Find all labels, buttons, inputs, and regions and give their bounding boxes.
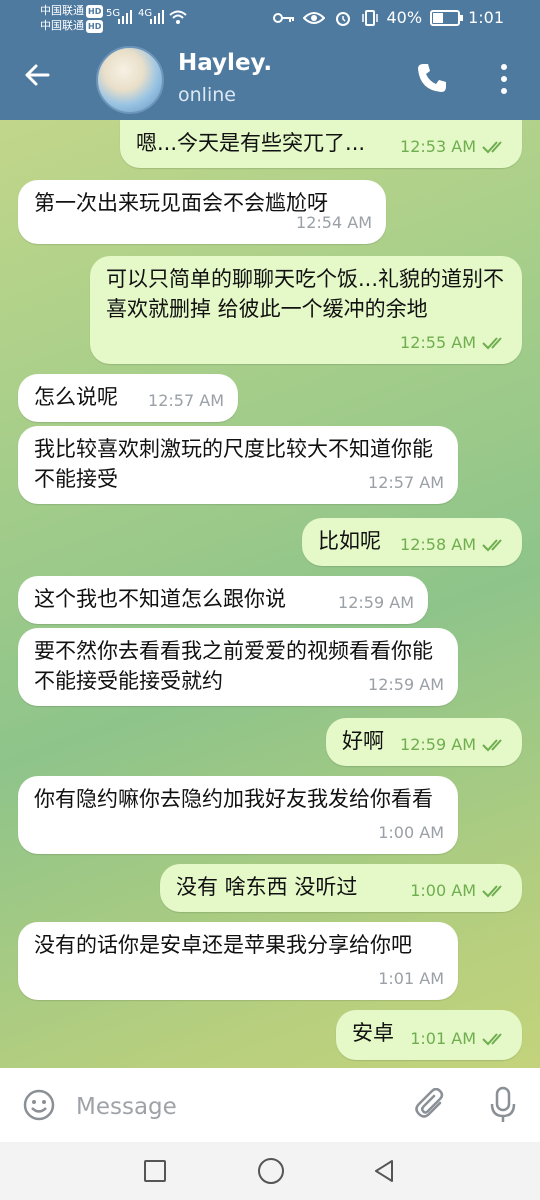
message-meta: 12:59 AM — [400, 730, 508, 760]
signal-bars-icon — [118, 10, 132, 24]
eye-icon — [302, 11, 325, 24]
message-time: 12:54 AM — [296, 213, 372, 232]
message-time: 12:53 AM — [400, 137, 476, 156]
message-time: 1:01 AM — [410, 1029, 476, 1048]
message-meta: 12:57 AM — [148, 386, 224, 416]
back-icon[interactable] — [372, 1158, 396, 1184]
message-out[interactable]: 好啊 12:59 AM — [326, 718, 522, 766]
message-time: 12:59 AM — [400, 735, 476, 754]
message-out[interactable]: 嗯...今天是有些突兀了... 12:53 AM — [120, 120, 522, 168]
message-text: 你有隐约嘛你去隐约加我好友我发给你看看 — [34, 787, 433, 811]
message-in[interactable]: 你有隐约嘛你去隐约加我好友我发给你看看 1:00 AM — [18, 776, 458, 854]
message-meta: 12:54 AM — [296, 208, 372, 238]
message-time: 12:57 AM — [148, 391, 224, 410]
message-time: 12:59 AM — [338, 593, 414, 612]
double-check-icon — [482, 141, 502, 154]
chat-header: Hayley. online — [0, 38, 540, 120]
alarm-icon — [335, 11, 350, 26]
carrier-2-label: 中国联通 — [40, 19, 84, 32]
message-out[interactable]: 没有 啥东西 没听过 1:00 AM — [160, 864, 522, 912]
message-out[interactable]: 安卓 1:01 AM — [336, 1010, 522, 1060]
clock: 1:01 — [468, 8, 504, 27]
key-icon — [272, 12, 294, 23]
hd-badge-1: HD — [86, 5, 104, 18]
message-time: 12:58 AM — [400, 535, 476, 554]
message-time: 1:00 AM — [378, 823, 444, 842]
signal-bars-2-icon — [150, 10, 164, 24]
message-meta: 12:59 AM — [368, 670, 444, 700]
avatar[interactable] — [96, 46, 164, 114]
hd-badge-2: HD — [86, 20, 104, 33]
message-input-bar — [0, 1068, 540, 1142]
contact-status: online — [178, 84, 236, 106]
battery-percent: 40% — [386, 8, 423, 27]
battery-icon — [430, 9, 464, 26]
emoji-icon[interactable] — [22, 1088, 56, 1122]
message-text: 可以只简单的聊聊天吃个饭...礼貌的道别不喜欢就删掉 给彼此一个缓冲的余地 — [106, 267, 505, 321]
wifi-icon — [169, 10, 187, 24]
message-time: 12:57 AM — [368, 473, 444, 492]
message-time: 1:00 AM — [410, 881, 476, 900]
message-out[interactable]: 比如呢 12:58 AM — [302, 518, 522, 566]
home-icon[interactable] — [258, 1158, 284, 1184]
message-in[interactable]: 我比较喜欢刺激玩的尺度比较大不知道你能不能接受 12:57 AM — [18, 426, 458, 504]
message-in[interactable]: 怎么说呢 12:57 AM — [18, 374, 238, 422]
message-out[interactable]: 可以只简单的聊聊天吃个饭...礼貌的道别不喜欢就删掉 给彼此一个缓冲的余地 12… — [90, 256, 522, 364]
double-check-icon — [482, 1033, 502, 1046]
carrier-2: 中国联通 HD — [40, 19, 104, 33]
more-vertical-icon[interactable] — [494, 62, 514, 96]
message-in[interactable]: 这个我也不知道怎么跟你说 12:59 AM — [18, 576, 428, 624]
recent-apps-icon[interactable] — [144, 1160, 166, 1182]
message-meta: 12:57 AM — [368, 468, 444, 498]
double-check-icon — [482, 337, 502, 350]
arrow-left-icon[interactable] — [22, 60, 52, 90]
double-check-icon — [482, 539, 502, 552]
double-check-icon — [482, 739, 502, 752]
contact-name[interactable]: Hayley. — [178, 50, 272, 76]
message-meta: 1:00 AM — [410, 876, 508, 906]
message-time: 12:55 AM — [400, 333, 476, 352]
message-text: 没有的话你是安卓还是苹果我分享给你吧 — [34, 933, 412, 957]
system-nav-bar — [0, 1142, 540, 1200]
mic-icon[interactable] — [488, 1086, 518, 1124]
vibrate-icon — [361, 9, 378, 26]
message-meta: 1:01 AM — [378, 964, 444, 994]
message-time: 1:01 AM — [378, 969, 444, 988]
attach-icon[interactable] — [414, 1088, 448, 1122]
message-meta: 12:55 AM — [400, 328, 508, 358]
phone-icon[interactable] — [414, 60, 450, 96]
message-input[interactable] — [74, 1088, 398, 1126]
message-meta: 1:01 AM — [410, 1024, 508, 1054]
message-in[interactable]: 第一次出来玩见面会不会尴尬呀 12:54 AM — [18, 180, 386, 244]
message-meta: 1:00 AM — [378, 818, 444, 848]
message-in[interactable]: 没有的话你是安卓还是苹果我分享给你吧 1:01 AM — [18, 922, 458, 1000]
status-bar: 中国联通 HD 中国联通 HD 5G 4G 40% 1:01 — [0, 0, 540, 38]
message-meta: 12:58 AM — [400, 530, 508, 560]
message-time: 12:59 AM — [368, 675, 444, 694]
message-meta: 12:59 AM — [338, 588, 414, 618]
carrier-1: 中国联通 HD — [40, 4, 104, 18]
status-right: 40% 1:01 — [272, 8, 504, 27]
double-check-icon — [482, 885, 502, 898]
message-meta: 12:53 AM — [400, 132, 508, 162]
message-in[interactable]: 要不然你去看看我之前爱爱的视频看看你能不能接受能接受就约 12:59 AM — [18, 628, 458, 706]
carrier-1-label: 中国联通 — [40, 4, 84, 17]
